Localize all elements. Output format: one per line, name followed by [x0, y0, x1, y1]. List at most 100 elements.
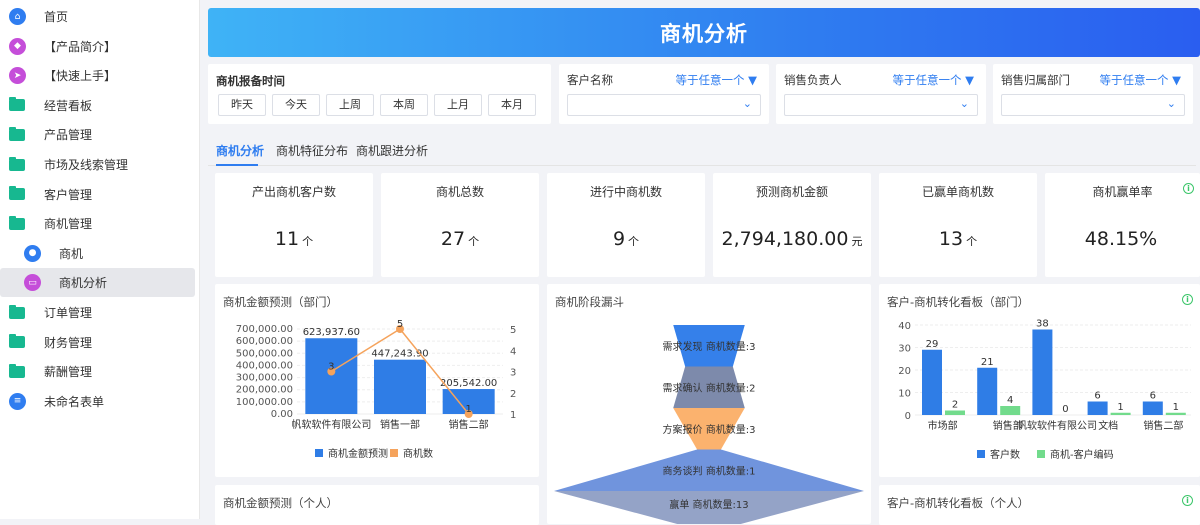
bar-label: 1 [1117, 402, 1123, 413]
sidebar-item[interactable]: 客户管理 [0, 180, 195, 209]
folder-icon [9, 126, 25, 141]
sidebar-item[interactable]: ● 商机 [0, 239, 195, 268]
bar [1142, 401, 1163, 415]
sidebar-item[interactable]: ⌂ 首页 [0, 2, 195, 31]
y2-tick-label: 4 [510, 346, 516, 357]
bar-label: 29 [926, 339, 939, 350]
y-tick-label: 400,000.00 [236, 360, 293, 371]
filter-select[interactable]: ⌄ [1001, 94, 1185, 116]
sidebar-item[interactable]: 经营看板 [0, 91, 195, 120]
info-icon[interactable]: i [1182, 495, 1193, 506]
kpi-unit: 个 [966, 235, 978, 248]
sidebar-item[interactable]: 市场及线索管理 [0, 150, 195, 179]
funnel-label: 需求确认 商机数量:2 [663, 381, 756, 394]
y-tick-label: 30 [898, 344, 911, 355]
quick-date-button[interactable]: 本月 [488, 94, 536, 116]
sidebar-item-label: 商机 [59, 246, 84, 261]
sidebar-item[interactable]: 订单管理 [0, 298, 195, 327]
filter-field: 销售归属部门 等于任意一个 ▼ ⌄ [993, 64, 1193, 124]
y-tick-label: 100,000.00 [236, 397, 293, 408]
x-tick-label: 帆软软件有限公司 [1017, 419, 1097, 432]
folder-icon [9, 97, 25, 112]
quick-date-button[interactable]: 今天 [272, 94, 320, 116]
sidebar-item-label: 未命名表单 [44, 394, 105, 409]
point-label: 5 [397, 319, 403, 330]
funnel-label: 需求发现 商机数量:3 [663, 340, 756, 353]
funnel-label: 商务谈判 商机数量:1 [663, 464, 756, 477]
bar-label: 2 [952, 400, 958, 411]
kpi-unit: 元 [851, 235, 863, 248]
bar [1087, 401, 1108, 415]
sidebar-item[interactable]: 商机管理 [0, 209, 195, 238]
target-icon: ● [24, 244, 41, 262]
legend-swatch [977, 450, 985, 458]
filter-operator-dropdown[interactable]: 等于任意一个 ▼ [893, 72, 975, 88]
kpi-card: 商机赢单率 48.15% i [1045, 173, 1200, 277]
kpi-title: 商机赢单率 [1092, 185, 1153, 199]
filter-operator-dropdown[interactable]: 等于任意一个 ▼ [676, 72, 758, 88]
y2-tick-label: 5 [510, 325, 516, 336]
kpi-unit: 个 [302, 235, 314, 248]
quick-date-button[interactable]: 本周 [380, 94, 428, 116]
tab[interactable]: 商机特征分布 [276, 142, 348, 159]
sidebar-item[interactable]: 财务管理 [0, 328, 195, 357]
y-tick-label: 300,000.00 [236, 373, 293, 384]
kpi-title: 进行中商机数 [589, 185, 662, 199]
folder-icon [9, 186, 25, 201]
kpi-card: 预测商机金额 2,794,180.00 元 [713, 173, 871, 277]
sidebar-item[interactable]: ➤ 【快速上手】 [0, 61, 195, 90]
chart-title: 商机金额预测（个人） [223, 496, 338, 510]
kpi-number: 2,794,180.00 [721, 228, 849, 250]
y2-tick-label: 1 [510, 410, 516, 421]
chart-title: 客户-商机转化看板（个人） [887, 496, 1030, 510]
tab[interactable]: 商机分析 [216, 142, 264, 159]
kpi-title: 预测商机金额 [755, 185, 828, 199]
sidebar-item-label: 产品管理 [44, 128, 93, 143]
kpi-card: 进行中商机数 9 个 [547, 173, 705, 277]
bar-label: 38 [1036, 319, 1049, 330]
filter-operator-dropdown[interactable]: 等于任意一个 ▼ [1100, 72, 1182, 88]
bar-label: 4 [1007, 395, 1013, 406]
chart-stage-funnel: 商机阶段漏斗 需求发现 商机数量:3 需求确认 商机数量:2 方案报价 商机数量:3… [547, 284, 871, 524]
y-tick-label: 40 [898, 321, 911, 332]
kpi-title: 商机总数 [435, 185, 484, 199]
x-tick-label: 销售一部 [380, 418, 420, 431]
quick-date-button[interactable]: 上周 [326, 94, 374, 116]
funnel-label: 方案报价 商机数量:3 [663, 423, 756, 436]
legend-swatch [1037, 450, 1045, 458]
filter-label: 客户名称 [567, 73, 613, 87]
legend-swatch [315, 449, 323, 457]
date-filter: 商机报备时间 昨天 今天 上周 本周 上月 本月 [208, 64, 551, 124]
point-label: 3 [328, 362, 334, 373]
kpi-number: 27 [440, 228, 466, 250]
banner-title: 商机分析 [660, 21, 748, 46]
filter-select[interactable]: ⌄ [567, 94, 761, 116]
bar [922, 349, 942, 415]
kpi-card: 已赢单商机数 13 个 [879, 173, 1037, 277]
tab[interactable]: 商机跟进分析 [356, 142, 428, 159]
bar-label: 623,937.60 [303, 327, 360, 338]
tab-divider [208, 165, 1196, 166]
form-icon: ≡ [9, 392, 26, 410]
filter-field: 销售负责人 等于任意一个 ▼ ⌄ [776, 64, 986, 124]
quick-date-button[interactable]: 昨天 [218, 94, 266, 116]
active-tab-indicator [216, 164, 258, 166]
bar [374, 359, 426, 414]
legend-label: 商机数 [403, 447, 433, 460]
kpi-value: 11 个 [215, 228, 373, 250]
sidebar-item[interactable]: ◆ 【产品简介】 [0, 32, 195, 61]
sidebar-item[interactable]: ▭ 商机分析 [0, 268, 195, 298]
info-icon[interactable]: i [1183, 183, 1194, 194]
filter-select[interactable]: ⌄ [784, 94, 978, 116]
sidebar-item[interactable]: ≡ 未命名表单 [0, 387, 195, 416]
y-tick-label: 700,000.00 [236, 324, 293, 335]
bar [1032, 329, 1053, 415]
quick-date-button[interactable]: 上月 [434, 94, 482, 116]
bar [1110, 412, 1131, 415]
x-tick-label: 帆软软件有限公司 [291, 418, 371, 431]
sidebar-item[interactable]: 薪酬管理 [0, 357, 195, 386]
sidebar-item[interactable]: 产品管理 [0, 120, 195, 149]
y-tick-label: 20 [898, 366, 911, 377]
kpi-value: 2,794,180.00 元 [713, 228, 871, 250]
folder-icon [9, 363, 25, 378]
